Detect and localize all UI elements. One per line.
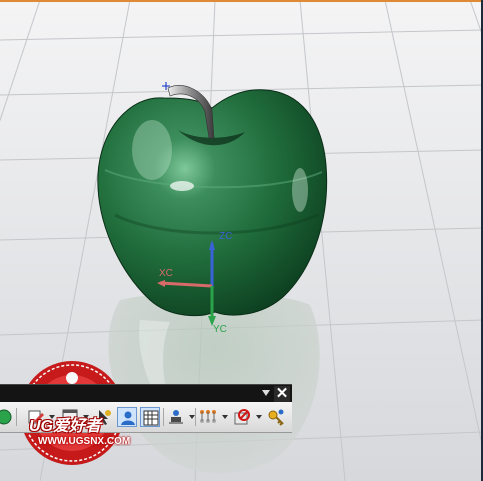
key-icon[interactable] [266,407,286,427]
watermark-url-text: WWW.UGSNX.COM [38,436,131,447]
user-role-icon[interactable] [117,407,137,427]
assembly-nodes-dropdown-icon[interactable] [222,415,228,419]
assembly-nodes-icon[interactable] [198,407,218,427]
toolbar-separator [16,408,17,426]
toolbar-separator [163,408,164,426]
toolbar-title-bar[interactable]: ✕ [0,384,292,403]
user-person-icon[interactable] [166,407,186,427]
zc-axis-label: ZC [219,231,233,242]
yc-axis-label: YC [213,324,227,335]
green-status-icon[interactable] [0,407,14,427]
toolbar-separator [195,408,196,426]
no-entry-icon[interactable] [232,407,252,427]
no-entry-dropdown-icon[interactable] [256,415,262,419]
watermark-brand-text: UG爱好者 [29,418,102,435]
window-top-border [0,0,483,2]
xc-axis-label: XC [159,268,173,279]
toolbar-close-button[interactable]: ✕ [274,386,290,402]
grid-display-icon[interactable] [140,407,160,427]
toolbar-options-dropdown-icon[interactable] [262,390,270,396]
